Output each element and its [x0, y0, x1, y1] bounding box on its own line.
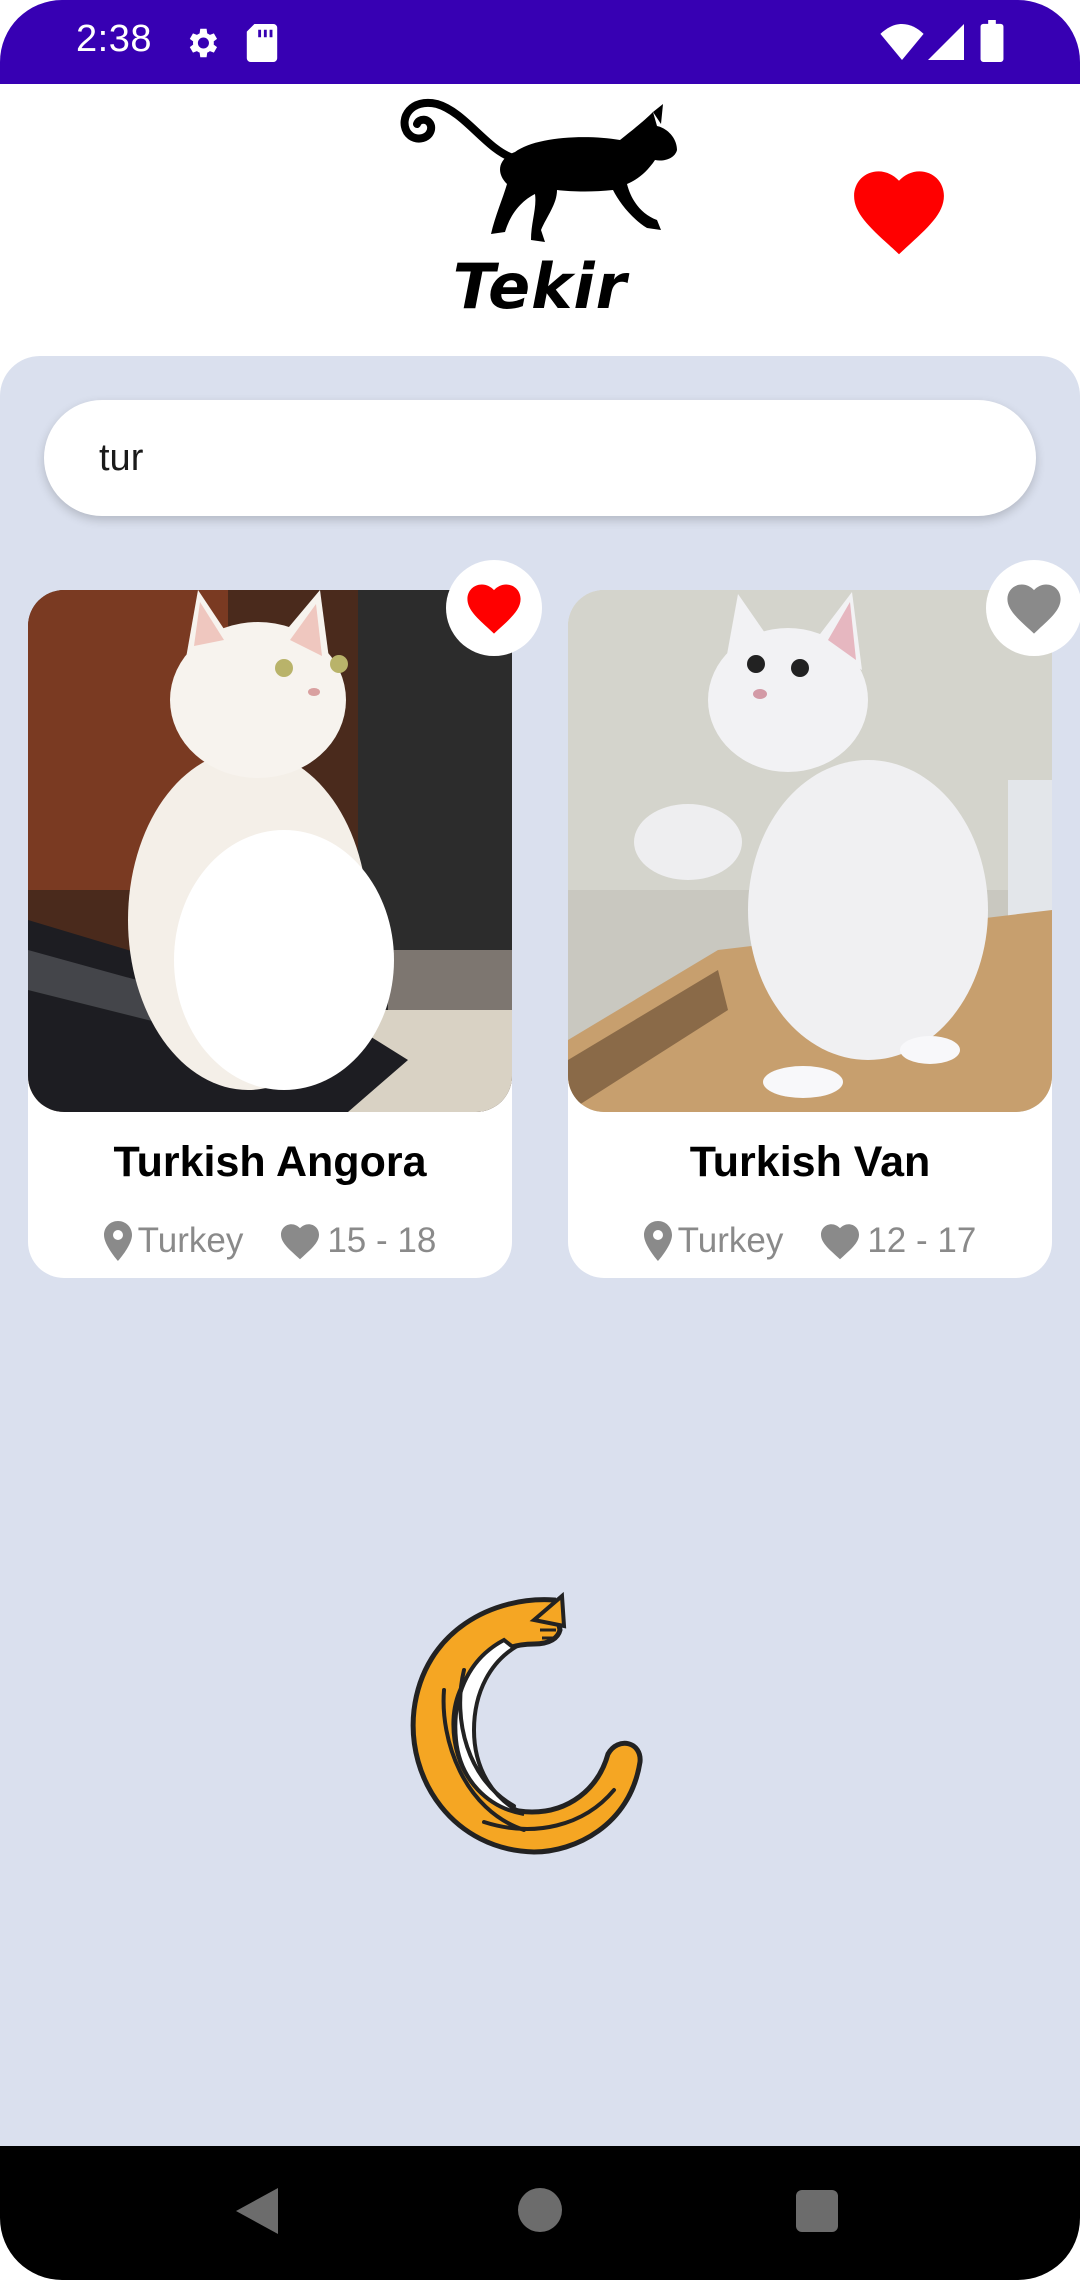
heart-icon: [821, 1224, 860, 1260]
life-span-label: 12 - 17: [867, 1221, 977, 1260]
cat-logo-icon: [400, 98, 677, 242]
back-triangle-icon: [236, 2188, 278, 2234]
breed-name: Turkish Van: [689, 1138, 931, 1186]
wifi-icon: [880, 24, 924, 65]
breed-card[interactable]: Turkish Van Turkey 12 - 17: [568, 560, 1080, 1278]
home-circle-icon: [518, 2188, 562, 2232]
breed-photo-turkish-angora: [28, 590, 512, 1112]
life-span: 15 - 18: [279, 1221, 436, 1261]
search-input[interactable]: tur: [44, 400, 1036, 516]
content-area: tur Turkish Angora Turkey 15 - 18 Turkis…: [0, 356, 1080, 2146]
system-nav-bar: [0, 2146, 1080, 2280]
app-title: Tekir: [452, 250, 628, 323]
heart-icon: [1007, 584, 1061, 634]
breed-meta: Turkey 15 - 18: [28, 1216, 512, 1266]
home-button[interactable]: [518, 2188, 562, 2237]
origin-label: Turkey: [137, 1221, 244, 1260]
breed-card[interactable]: Turkish Angora Turkey 15 - 18: [28, 560, 542, 1278]
heart-icon: [854, 171, 944, 255]
recents-button[interactable]: [796, 2190, 838, 2237]
status-bar: 2:38: [0, 0, 1080, 84]
gear-icon: [183, 24, 221, 67]
breed-meta: Turkey 12 - 17: [568, 1216, 1052, 1266]
favorite-toggle-button[interactable]: [446, 560, 542, 656]
origin-label: Turkey: [677, 1221, 784, 1260]
life-span: 12 - 17: [819, 1221, 976, 1261]
favorite-toggle-button[interactable]: [986, 560, 1080, 656]
breed-name: Turkish Angora: [113, 1138, 427, 1186]
origin: Turkey: [103, 1221, 244, 1261]
cat-loading-icon: [410, 1591, 643, 1855]
battery-icon: [980, 20, 1004, 67]
signal-icon: [928, 24, 964, 65]
location-pin-icon: [643, 1221, 672, 1261]
heart-icon: [281, 1224, 320, 1260]
app-logo: Tekir: [395, 92, 685, 332]
recents-square-icon: [796, 2190, 838, 2232]
favorites-button[interactable]: [850, 165, 948, 257]
loading-indicator: [404, 1590, 644, 1860]
origin: Turkey: [643, 1221, 784, 1261]
breed-photo-turkish-van: [568, 590, 1052, 1112]
back-button[interactable]: [236, 2188, 278, 2239]
heart-icon: [467, 584, 521, 634]
location-pin-icon: [103, 1221, 132, 1261]
life-span-label: 15 - 18: [327, 1221, 437, 1260]
sd-card-icon: [246, 24, 278, 67]
status-time: 2:38: [76, 18, 152, 60]
